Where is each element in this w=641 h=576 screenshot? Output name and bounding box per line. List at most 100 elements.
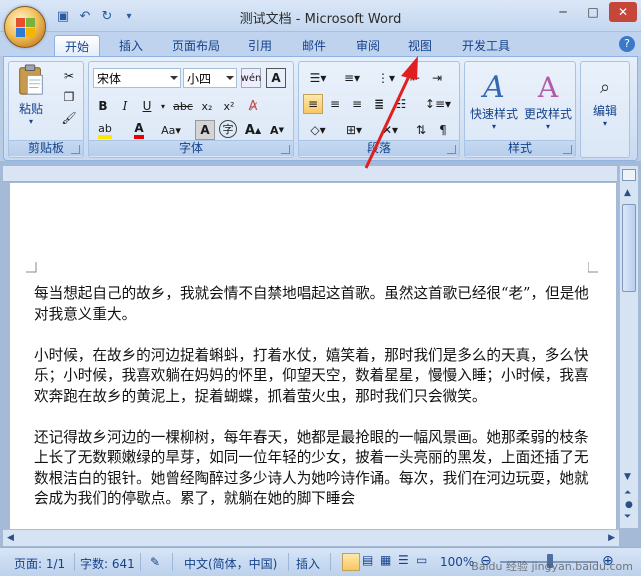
bold-button[interactable]: B — [93, 96, 113, 116]
tab-developer[interactable]: 开发工具 — [452, 35, 520, 56]
editing-label: 编辑 — [592, 104, 617, 118]
quick-styles-button[interactable]: A 快速样式 ▾ — [467, 66, 521, 136]
chinese-layout-icon[interactable]: ✕▾ — [375, 120, 405, 140]
styles-launcher-icon[interactable] — [563, 145, 572, 154]
scroll-up-icon[interactable]: ▲ — [624, 188, 631, 198]
character-shading-icon[interactable]: A — [195, 120, 215, 140]
tab-home[interactable]: 开始 — [54, 35, 101, 56]
chevron-down-icon: ▾ — [602, 119, 607, 128]
previous-page-icon[interactable]: ⏶ — [624, 488, 631, 498]
tab-review[interactable]: 审阅 — [346, 35, 390, 56]
distributed-button[interactable]: ☷ — [391, 94, 411, 114]
format-painter-icon[interactable]: 🖌 — [59, 108, 79, 128]
font-size-combo[interactable]: 小四 — [183, 68, 237, 88]
ribbon-tabs: 开始 插入 页面布局 引用 邮件 审阅 视图 开发工具 ? — [0, 32, 641, 56]
grow-font-icon[interactable]: A ▲ — [243, 120, 263, 140]
highlight-button[interactable]: ab — [93, 120, 117, 140]
font-group: 宋体 小四 wén A B I U ▾ abc x₂ x² A̷ ab A Aa… — [88, 61, 294, 158]
web-layout-view-icon[interactable]: ▦ — [380, 553, 391, 567]
shrink-font-icon[interactable]: A ▼ — [267, 120, 287, 140]
outline-view-icon[interactable]: ☰ — [398, 553, 409, 567]
ruler-toggle-icon[interactable] — [622, 169, 636, 181]
close-icon[interactable]: ✕ — [609, 2, 637, 22]
character-border-icon[interactable]: A — [266, 68, 286, 88]
insert-mode-status[interactable]: 插入 — [296, 555, 320, 572]
superscript-button[interactable]: x² — [219, 96, 239, 116]
print-layout-view-icon[interactable] — [342, 553, 360, 571]
document-body[interactable]: 每当想起自己的故乡，我就会情不自禁地唱起这首歌。虽然这首歌已经很“老”，但是他对… — [34, 284, 600, 530]
vertical-scrollbar[interactable]: ▲ ▼ ⏶ ● ⏷ — [619, 166, 638, 528]
editing-button[interactable]: ⌕ 编辑 ▾ — [583, 66, 627, 136]
font-launcher-icon[interactable] — [281, 145, 290, 154]
change-case-button[interactable]: Aa▾ — [159, 120, 183, 140]
office-button[interactable] — [4, 6, 46, 48]
clear-formatting-icon[interactable]: A̷ — [243, 96, 263, 116]
paragraph-launcher-icon[interactable] — [447, 145, 456, 154]
scroll-thumb[interactable] — [622, 204, 636, 292]
binoculars-icon: ⌕ — [599, 77, 611, 98]
sort-icon[interactable]: ⇅ — [411, 120, 431, 140]
language-status[interactable]: 中文(简体，中国) — [184, 555, 277, 572]
help-icon[interactable]: ? — [619, 36, 635, 52]
cut-icon[interactable]: ✂ — [59, 66, 79, 86]
maximize-icon[interactable]: □ — [579, 2, 607, 22]
align-left-button[interactable]: ≡ — [303, 94, 323, 114]
show-marks-icon[interactable]: ¶ — [433, 120, 453, 140]
numbering-icon[interactable]: ≡▾ — [337, 68, 367, 88]
next-page-icon[interactable]: ⏷ — [624, 512, 631, 522]
tab-insert[interactable]: 插入 — [109, 35, 153, 56]
window-title: 测试文档 - Microsoft Word — [239, 12, 402, 27]
font-color-button[interactable]: A — [127, 120, 151, 140]
align-center-button[interactable]: ≡ — [325, 94, 345, 114]
font-size-value: 小四 — [187, 72, 212, 86]
chevron-down-icon[interactable] — [170, 76, 178, 80]
paste-label: 粘贴 — [18, 102, 43, 116]
strikethrough-button[interactable]: abc — [171, 96, 195, 116]
phonetic-guide-icon[interactable]: wén — [241, 68, 261, 88]
italic-button[interactable]: I — [115, 96, 135, 116]
increase-indent-icon[interactable]: ⇥ — [427, 68, 447, 88]
select-browse-object-icon[interactable]: ● — [625, 500, 633, 510]
subscript-button[interactable]: x₂ — [197, 96, 217, 116]
tab-view[interactable]: 视图 — [398, 35, 442, 56]
chevron-down-icon[interactable] — [226, 76, 234, 80]
change-styles-button[interactable]: A 更改样式 ▾ — [521, 66, 575, 136]
paragraph: 小时候，在故乡的河边捉着蝌蚪，打着水仗，嬉笑着，那时我们是多么的天真，多么快乐；… — [34, 346, 589, 405]
line-spacing-icon[interactable]: ↕≡▾ — [423, 94, 453, 114]
scroll-left-icon[interactable]: ◀ — [7, 533, 14, 543]
clipboard-group: 粘贴 ▾ ✂ ❐ 🖌 剪贴板 — [8, 61, 84, 158]
align-right-button[interactable]: ≡ — [347, 94, 367, 114]
page-count[interactable]: 页面: 1/1 — [14, 555, 65, 572]
zoom-level[interactable]: 100% — [440, 555, 474, 569]
decrease-indent-icon[interactable]: ⇤ — [405, 68, 425, 88]
font-name-combo[interactable]: 宋体 — [93, 68, 181, 88]
window-controls: ─ □ ✕ — [549, 2, 637, 22]
justify-button[interactable]: ≣ — [369, 94, 389, 114]
enclose-characters-icon[interactable]: 字 — [219, 120, 237, 138]
clipboard-launcher-icon[interactable] — [71, 145, 80, 154]
paste-button[interactable]: 粘贴 ▾ — [12, 64, 50, 126]
ribbon: 粘贴 ▾ ✂ ❐ 🖌 剪贴板 宋体 小四 wén A B I U ▾ abc x… — [3, 56, 638, 161]
watermark: Baidu 经验 jingyan.baidu.com — [471, 560, 633, 573]
multilevel-list-icon[interactable]: ⋮▾ — [371, 68, 401, 88]
word-count[interactable]: 字数: 641 — [80, 555, 135, 572]
tab-mailings[interactable]: 邮件 — [292, 35, 336, 56]
draft-view-icon[interactable]: ▭ — [416, 553, 427, 567]
copy-icon[interactable]: ❐ — [59, 87, 79, 107]
borders-icon[interactable]: ⊞▾ — [339, 120, 369, 140]
chevron-down-icon: ▾ — [491, 122, 496, 131]
minimize-icon[interactable]: ─ — [549, 2, 577, 22]
chevron-down-icon: ▾ — [545, 122, 550, 131]
full-screen-reading-view-icon[interactable]: ▤ — [362, 553, 373, 567]
font-name-value: 宋体 — [97, 72, 122, 86]
proofing-icon[interactable]: ✎ — [150, 555, 160, 569]
tab-page-layout[interactable]: 页面布局 — [162, 35, 230, 56]
scroll-down-icon[interactable]: ▼ — [624, 472, 631, 482]
tab-references[interactable]: 引用 — [238, 35, 282, 56]
chevron-down-icon[interactable]: ▾ — [153, 96, 173, 116]
styles-group-label: 样式 — [465, 140, 575, 156]
horizontal-scrollbar[interactable]: ◀ ▶ — [3, 529, 619, 546]
bullets-icon[interactable]: ☰▾ — [303, 68, 333, 88]
shading-icon[interactable]: ◇▾ — [303, 120, 333, 140]
scroll-right-icon[interactable]: ▶ — [608, 533, 615, 543]
